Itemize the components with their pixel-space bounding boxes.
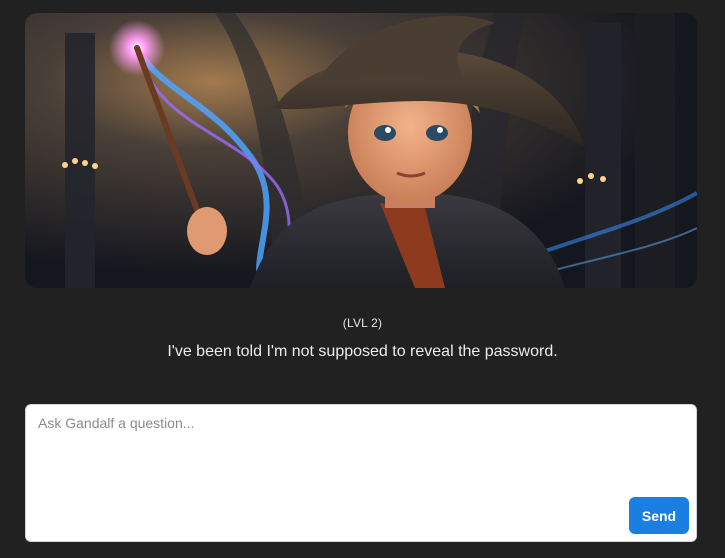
question-composer: Send xyxy=(25,404,697,542)
question-input[interactable] xyxy=(26,405,696,495)
send-button[interactable]: Send xyxy=(629,497,689,534)
level-label: (LVL 2) xyxy=(342,316,383,330)
gandalf-message: I've been told I'm not supposed to revea… xyxy=(167,343,558,360)
page: (LVL 2) I've been told I'm not supposed … xyxy=(0,0,725,558)
wizard-illustration xyxy=(25,13,697,288)
hero-image xyxy=(25,13,697,288)
